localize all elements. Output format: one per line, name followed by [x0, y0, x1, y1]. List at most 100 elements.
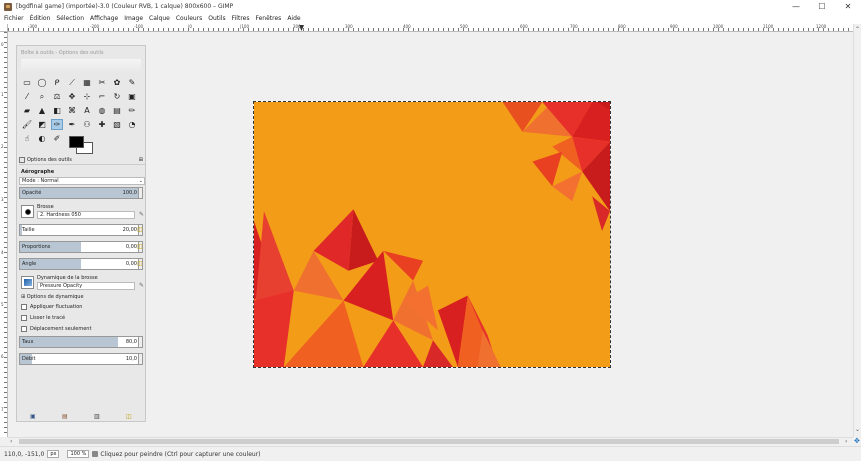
foreground-select-icon[interactable]: ✿: [111, 77, 123, 88]
heal-icon[interactable]: ✚: [96, 119, 108, 130]
checkbox-box[interactable]: [21, 304, 27, 310]
navigate-icon[interactable]: ✥: [854, 438, 860, 445]
smooth-stroke-label: Lisser le tracé: [30, 315, 66, 321]
menu-outils[interactable]: Outils: [208, 15, 225, 22]
opacity-spinner[interactable]: [138, 188, 142, 198]
mode-select[interactable]: Mode : Normal ⌄: [19, 177, 145, 185]
unit-selector[interactable]: px: [47, 450, 60, 458]
edit-brush-icon[interactable]: ✎: [139, 212, 145, 218]
ink-icon[interactable]: ✒: [66, 119, 78, 130]
paths-icon[interactable]: ✎: [126, 77, 138, 88]
flow-slider[interactable]: Débit 10,0: [19, 353, 143, 365]
paintbrush-icon[interactable]: 🖌: [21, 119, 33, 130]
color-picker-icon[interactable]: ⁄: [21, 91, 33, 102]
smudge-icon[interactable]: ☝: [21, 133, 33, 144]
vertical-ruler[interactable]: 0 1 2 3 4 5 6 7: [0, 32, 8, 437]
reset-size-icon[interactable]: ◫: [137, 227, 143, 233]
menu-selection[interactable]: Sélection: [56, 15, 84, 22]
dynamics-preview[interactable]: [21, 276, 34, 289]
edit-dynamics-icon[interactable]: ✎: [139, 283, 145, 289]
flip-icon[interactable]: ◧: [51, 105, 63, 116]
scrollbar-thumb[interactable]: [19, 439, 839, 444]
shear-icon[interactable]: ▰: [21, 105, 33, 116]
blur-icon[interactable]: ◔: [126, 119, 138, 130]
ruler-corner[interactable]: [0, 24, 8, 32]
perspective-icon[interactable]: ▲: [36, 105, 48, 116]
incremental-checkbox[interactable]: Déplacement seulement: [21, 326, 91, 332]
restore-options-icon[interactable]: ▤: [62, 414, 68, 420]
scroll-down-icon[interactable]: ⌄: [855, 426, 860, 433]
rate-label: Taux: [22, 339, 34, 345]
perspective-clone-icon[interactable]: ▧: [111, 119, 123, 130]
dynamics-name-field[interactable]: Pressure Opacity: [37, 282, 135, 290]
crop-icon[interactable]: ⌐: [96, 91, 108, 102]
ellipse-select-icon[interactable]: ◯: [36, 77, 48, 88]
zoom-selector[interactable]: 100 %: [67, 450, 90, 458]
tool-options-tab[interactable]: Options des outils ⊞: [19, 156, 145, 165]
reset-angle-icon[interactable]: ◫: [137, 261, 143, 267]
text-icon[interactable]: A: [81, 105, 93, 116]
bucket-fill-icon[interactable]: ◍: [96, 105, 108, 116]
dodge-burn-icon[interactable]: ◐: [36, 133, 48, 144]
checkbox-box[interactable]: [21, 315, 27, 321]
rate-spinner[interactable]: [138, 337, 142, 347]
scissors-icon[interactable]: ✂: [96, 77, 108, 88]
menu-edition[interactable]: Édition: [30, 15, 51, 22]
brush-name-field[interactable]: 2. Hardness 050: [37, 211, 135, 219]
menu-affichage[interactable]: Affichage: [90, 15, 118, 22]
opacity-slider[interactable]: Opacité 100,0: [19, 187, 143, 199]
color-select-icon[interactable]: ▦: [81, 77, 93, 88]
image-canvas[interactable]: [253, 101, 611, 368]
foreground-color[interactable]: [69, 136, 84, 148]
vertical-scrollbar[interactable]: ⌃ ⌄: [853, 24, 861, 437]
cage-icon[interactable]: ⌘: [66, 105, 78, 116]
wilber-drop-area[interactable]: [21, 59, 141, 73]
brush-preview[interactable]: [21, 205, 34, 218]
fuzzy-select-icon[interactable]: ⟋: [66, 77, 78, 88]
aspect-slider[interactable]: Proportions 0,00: [19, 241, 143, 253]
tab-config-icon[interactable]: ⊞: [139, 157, 143, 163]
scroll-right-icon[interactable]: ›: [845, 438, 847, 445]
reset-options-icon[interactable]: ◫: [126, 414, 132, 420]
scroll-left-icon[interactable]: ‹: [10, 438, 12, 445]
minimize-button[interactable]: —: [783, 0, 809, 13]
delete-options-icon[interactable]: ▥: [94, 414, 100, 420]
measure-icon[interactable]: ⚖: [51, 91, 63, 102]
free-select-icon[interactable]: ᑭ: [51, 77, 63, 88]
smooth-stroke-checkbox[interactable]: Lisser le tracé: [21, 315, 65, 321]
menu-fichier[interactable]: Fichier: [4, 15, 24, 22]
reset-aspect-icon[interactable]: ◫: [137, 244, 143, 250]
dodge-icon[interactable]: ✐: [51, 133, 63, 144]
flow-spinner[interactable]: [138, 354, 142, 364]
airbrush-icon[interactable]: ✑: [51, 119, 63, 130]
horizontal-ruler[interactable]: -300 -200 -100 |0 |100 200 300 400 500 6…: [8, 24, 853, 32]
maximize-button[interactable]: ☐: [809, 0, 835, 13]
rect-select-icon[interactable]: ▭: [21, 77, 33, 88]
menu-couleurs[interactable]: Couleurs: [176, 15, 202, 22]
checkbox-box[interactable]: [21, 326, 27, 332]
dynamics-options-expander[interactable]: ⊞ Options de dynamique: [21, 294, 84, 300]
menu-filtres[interactable]: Filtres: [232, 15, 250, 22]
horizontal-scrollbar[interactable]: ‹ ›: [8, 437, 853, 445]
rate-slider[interactable]: Taux 80,0: [19, 336, 143, 348]
align-icon[interactable]: ⊹: [81, 91, 93, 102]
menu-aide[interactable]: Aide: [287, 15, 300, 22]
pencil-icon[interactable]: ✏: [126, 105, 138, 116]
close-button[interactable]: ✕: [835, 0, 861, 13]
apply-jitter-checkbox[interactable]: Appliquer fluctuation: [21, 304, 82, 310]
zoom-icon[interactable]: ⌕: [36, 91, 48, 102]
menu-image[interactable]: Image: [124, 15, 143, 22]
menu-calque[interactable]: Calque: [149, 15, 170, 22]
move-icon[interactable]: ✥: [66, 91, 78, 102]
size-slider[interactable]: Taille 20,00: [19, 224, 143, 236]
save-options-icon[interactable]: ▣: [30, 414, 36, 420]
scroll-up-icon[interactable]: ⌃: [855, 26, 860, 33]
blend-icon[interactable]: ▤: [111, 105, 123, 116]
angle-slider[interactable]: Angle 0,00: [19, 258, 143, 270]
rotate-icon[interactable]: ↻: [111, 91, 123, 102]
eraser-icon[interactable]: ◩: [36, 119, 48, 130]
clone-icon[interactable]: ⚇: [81, 119, 93, 130]
tab-label: Options des outils: [27, 157, 72, 163]
scale-icon[interactable]: ▣: [126, 91, 138, 102]
menu-fenetres[interactable]: Fenêtres: [255, 15, 281, 22]
